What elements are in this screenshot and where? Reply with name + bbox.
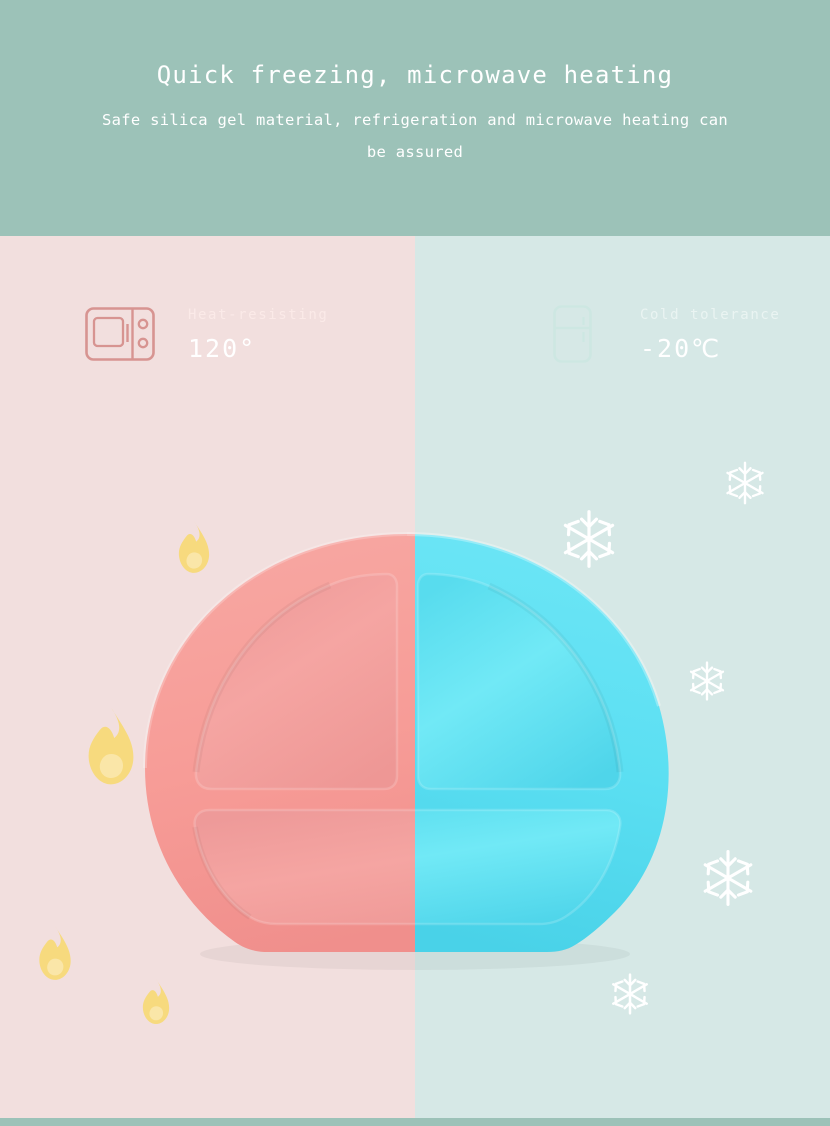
page-subtitle: Safe silica gel material, refrigeration … [101,111,729,161]
plate-compartment-bottom [193,808,622,926]
product-feature-page: Quick freezing, microwave heating Safe s… [0,0,830,1126]
feature-heat-label: Heat-resisting [188,306,329,323]
snowflake-icon [703,850,753,906]
microwave-icon [85,307,155,361]
bottom-accent-strip [0,1118,830,1126]
feature-cold-tolerance: Cold tolerance -20℃ [536,304,780,364]
divided-plate-illustration [143,532,669,970]
feature-heat-resisting: Heat-resisting 120° [84,304,328,364]
flame-icon [39,926,71,980]
page-title: Quick freezing, microwave heating [156,61,674,89]
feature-cold-label: Cold tolerance [640,306,781,323]
snowflake-icon [726,461,764,505]
feature-cold-value: -20℃ [640,333,722,363]
snowflake-icon [689,661,725,701]
feature-heat-text: Heat-resisting 120° [188,306,328,363]
banner-header: Quick freezing, microwave heating Safe s… [0,0,830,236]
product-image [135,530,680,1010]
feature-cold-text: Cold tolerance -20℃ [640,306,780,363]
feature-heat-value: 120° [188,333,257,363]
refrigerator-icon [553,305,592,363]
